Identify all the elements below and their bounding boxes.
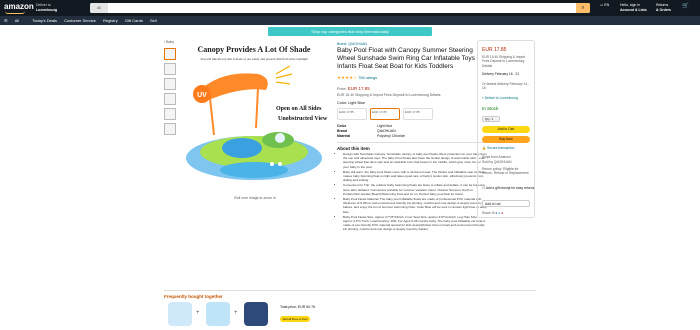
search-category-select[interactable]: All bbox=[90, 3, 108, 13]
image-callout-open-sides: Open on All Sides bbox=[276, 106, 322, 112]
nav-link-gift-cards[interactable]: Gift Cards bbox=[125, 18, 143, 23]
ratings-count: 766 ratings bbox=[358, 76, 378, 80]
image-subtext: You will like the top that is made of ou… bbox=[200, 57, 307, 61]
bullet-item: Baby will learn: the baby pool floats co… bbox=[343, 170, 487, 183]
product-title: Baby Pool Float with Canopy Summer Steer… bbox=[337, 47, 475, 70]
color-swatch-2[interactable]: EUR 17.85 bbox=[370, 108, 400, 120]
search-icon: ⌕ bbox=[581, 5, 585, 11]
product-specs: Color Light blue Brand QIAOHUAN Material Po… bbox=[337, 124, 487, 140]
nav-link-sell[interactable]: Sell bbox=[150, 18, 157, 23]
breadcrumb[interactable]: ‹ Baby bbox=[164, 40, 174, 44]
plus-icon: + bbox=[234, 310, 238, 316]
bullet-item: Convenient for Trip: the outdoor baby sw… bbox=[343, 183, 487, 196]
amazon-smile-icon bbox=[5, 11, 25, 14]
quantity-select[interactable]: Qty: 1 bbox=[482, 116, 500, 122]
top-navigation-bar: amazon Deliver to Luxembourg All ⌕ ▭ EN … bbox=[0, 0, 700, 16]
image-callout-unobstructed: Unobstructed View bbox=[278, 116, 328, 122]
account-lists-menu[interactable]: Hello, sign in Account & Lists bbox=[620, 3, 647, 12]
thumbnail-3[interactable] bbox=[164, 78, 176, 90]
share-row[interactable]: Share ✉ ● ● ● bbox=[482, 211, 503, 215]
buybox-shipping: EUR 15.40 Shipping & Import Fees Deposit… bbox=[482, 55, 526, 68]
bullet-item: Design with Sunshade Canopy: Sunshade ca… bbox=[343, 152, 487, 169]
nav-link-registry[interactable]: Registry bbox=[103, 18, 118, 23]
fbt-add-all-button[interactable]: Add all three to Cart bbox=[280, 316, 310, 322]
cart-button[interactable]: 🛒 bbox=[682, 3, 689, 9]
fbt-divider bbox=[164, 290, 536, 291]
image-headline: Canopy Provides A Lot Of Shade bbox=[198, 45, 311, 54]
main-product-image[interactable]: Canopy Provides A Lot Of Shade You will … bbox=[180, 40, 328, 190]
pinterest-share-icon: ● bbox=[501, 211, 504, 215]
plus-icon: + bbox=[196, 310, 200, 316]
thumbnail-1[interactable] bbox=[164, 48, 176, 60]
nav-link-todays-deals[interactable]: Today's Deals bbox=[32, 18, 57, 23]
amazon-logo[interactable]: amazon bbox=[4, 2, 34, 11]
gift-receipt-checkbox[interactable]: ☐ Add a gift receipt for easy returns bbox=[482, 186, 534, 190]
language-selector[interactable]: ▭ EN bbox=[600, 3, 609, 8]
thumbnail-6[interactable] bbox=[164, 123, 176, 135]
fbt-product-image-2[interactable] bbox=[206, 302, 230, 326]
fbt-product-image-3[interactable] bbox=[244, 302, 268, 326]
all-menu-button[interactable]: ☰ All bbox=[4, 18, 25, 23]
hamburger-icon: ☰ bbox=[4, 18, 9, 23]
section-divider bbox=[337, 142, 487, 143]
cart-icon: 🛒 bbox=[682, 3, 689, 9]
about-heading: About this item bbox=[337, 146, 370, 151]
uv-badge-label: UV bbox=[197, 92, 207, 99]
add-to-cart-button[interactable]: Add to Cart bbox=[482, 126, 530, 133]
ships-from: Ships from Amazon bbox=[482, 155, 511, 159]
search-button[interactable]: ⌕ bbox=[576, 3, 590, 13]
international-shipping-banner[interactable]: Shop top categories that ship internatio… bbox=[268, 27, 432, 36]
thumbnail-4[interactable] bbox=[164, 93, 176, 105]
return-policy[interactable]: Return policy: Eligible for Return, Refu… bbox=[482, 167, 530, 176]
product-price: EUR 17.85 bbox=[347, 86, 370, 91]
add-to-list-button[interactable]: Add to List bbox=[482, 200, 530, 207]
fbt-product-image-1[interactable] bbox=[168, 302, 192, 326]
fbt-total-price: Total price: EUR 60.76 bbox=[280, 305, 316, 309]
thumbnail-2[interactable] bbox=[164, 63, 176, 75]
shipping-note: EUR 15.40 Shipping & Import Fees Deposit… bbox=[337, 93, 441, 97]
color-label: Color: Light Blue bbox=[337, 101, 366, 105]
search-bar[interactable]: All ⌕ bbox=[90, 3, 590, 13]
spec-row: Material Polyvinyl Chloride bbox=[337, 134, 405, 139]
returns-orders-link[interactable]: Returns & Orders bbox=[656, 3, 671, 12]
about-bullets: Design with Sunshade Canopy: Sunshade ca… bbox=[337, 152, 487, 233]
secondary-navigation: ☰ All Today's Deals Customer Service Reg… bbox=[0, 16, 700, 25]
buybox-delivery: Delivery February 16 - 21 bbox=[482, 72, 520, 76]
buybox-price: EUR 17.85 bbox=[482, 47, 507, 53]
stock-status: In Stock bbox=[482, 106, 499, 111]
nav-link-customer-service[interactable]: Customer Service bbox=[64, 18, 96, 23]
flag-icon: ▭ bbox=[600, 3, 604, 7]
color-swatch-3[interactable]: EUR 17.85 bbox=[403, 108, 433, 120]
sold-by: Sold by QIAOHUAN bbox=[482, 160, 512, 164]
price-row: Price: EUR 17.85 bbox=[337, 86, 370, 91]
deliver-to-link[interactable]: ⌖ Deliver to Luxembourg bbox=[482, 96, 530, 100]
bullet-item: Baby Pool Floats Material: The baby pool… bbox=[343, 197, 487, 214]
fbt-heading: Frequently bought together bbox=[164, 294, 223, 299]
star-rating-icon: ★★★★☆ bbox=[337, 75, 358, 80]
thumbnail-5[interactable] bbox=[164, 108, 176, 120]
deliver-to-location[interactable]: Deliver to Luxembourg bbox=[36, 3, 57, 12]
color-swatch-1[interactable]: EUR 17.85 bbox=[337, 108, 367, 120]
brand-link[interactable]: Brand: QIAOHUAN bbox=[337, 42, 367, 46]
buybox-fastest: Or fastest delivery February 14 - 16 bbox=[482, 82, 530, 91]
product-rating[interactable]: ★★★★☆ 766 ratings bbox=[337, 75, 377, 81]
bullet-item: Baby Pool Floats Size: approx 27*23*23in… bbox=[343, 215, 487, 232]
image-zoom-caption: Roll over image to zoom in bbox=[234, 196, 276, 200]
secure-transaction-link[interactable]: 🔒 Secure transaction bbox=[482, 146, 530, 150]
buy-now-button[interactable]: Buy Now bbox=[482, 136, 530, 143]
